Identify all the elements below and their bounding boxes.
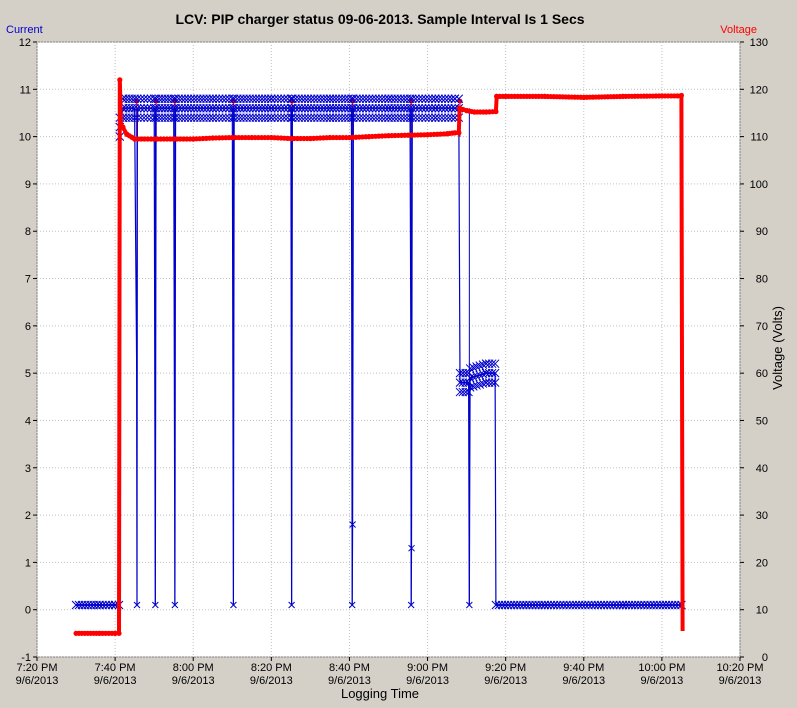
x-tick-time: 10:20 PM — [716, 662, 763, 674]
x-tick-time: 9:20 PM — [485, 662, 526, 674]
legend-current: Current — [6, 24, 43, 36]
right-tick-label: 70 — [756, 321, 768, 333]
x-tick-time: 7:20 PM — [17, 662, 58, 674]
left-tick-label: 0 — [25, 605, 31, 617]
x-tick-date: 9/6/2013 — [719, 675, 762, 687]
left-tick-label: 11 — [20, 84, 31, 96]
x-tick-time: 7:40 PM — [95, 662, 136, 674]
left-tick-label: 10 — [19, 132, 31, 144]
right-tick-label: 30 — [756, 510, 768, 522]
x-tick-date: 9/6/2013 — [484, 675, 527, 687]
right-tick-label: 50 — [756, 415, 768, 427]
left-tick-label: 12 — [19, 37, 31, 49]
x-tick-time: 10:00 PM — [638, 662, 685, 674]
left-tick-label: 6 — [25, 321, 31, 333]
right-tick-label: 20 — [756, 557, 768, 569]
voltage-point — [678, 92, 685, 99]
x-axis-title: Logging Time — [341, 686, 419, 701]
x-tick-date: 9/6/2013 — [250, 675, 293, 687]
x-tick-date: 9/6/2013 — [562, 675, 605, 687]
x-tick-time: 9:00 PM — [407, 662, 448, 674]
voltage-point — [116, 630, 122, 636]
right-tick-label: 90 — [756, 226, 768, 238]
right-tick-label: 40 — [756, 463, 768, 475]
x-tick-date: 9/6/2013 — [640, 675, 683, 687]
voltage-point — [456, 130, 462, 136]
right-tick-label: 100 — [750, 179, 768, 191]
chart: LCV: PIP charger status 09-06-2013. Samp… — [0, 0, 797, 708]
x-tick-date: 9/6/2013 — [94, 675, 137, 687]
chart-title: LCV: PIP charger status 09-06-2013. Samp… — [175, 11, 584, 27]
voltage-point — [120, 124, 126, 130]
left-tick-label: 9 — [25, 179, 31, 191]
x-tick-time: 9:40 PM — [563, 662, 604, 674]
x-tick-time: 8:00 PM — [173, 662, 214, 674]
legend-voltage: Voltage — [720, 24, 757, 36]
left-tick-label: 1 — [25, 557, 31, 569]
x-tick-date: 9/6/2013 — [16, 675, 59, 687]
right-tick-label: 120 — [750, 84, 768, 96]
voltage-point — [493, 108, 499, 115]
x-tick-date: 9/6/2013 — [172, 675, 215, 687]
left-tick-label: 5 — [25, 368, 31, 380]
right-tick-label: 60 — [756, 368, 768, 380]
y-right-axis-title: Voltage (Volts) — [770, 306, 785, 390]
left-tick-label: 4 — [25, 415, 31, 427]
right-tick-label: 110 — [750, 132, 768, 144]
x-tick-time: 8:20 PM — [251, 662, 292, 674]
right-tick-label: 80 — [756, 274, 768, 286]
left-tick-label: 8 — [25, 226, 31, 238]
voltage-point — [117, 77, 123, 83]
left-tick-label: 2 — [25, 510, 31, 522]
left-tick-label: 3 — [25, 463, 31, 475]
left-tick-label: 7 — [25, 274, 31, 286]
right-tick-label: 10 — [756, 605, 768, 617]
x-tick-time: 8:40 PM — [329, 662, 370, 674]
right-tick-label: 130 — [750, 37, 768, 49]
